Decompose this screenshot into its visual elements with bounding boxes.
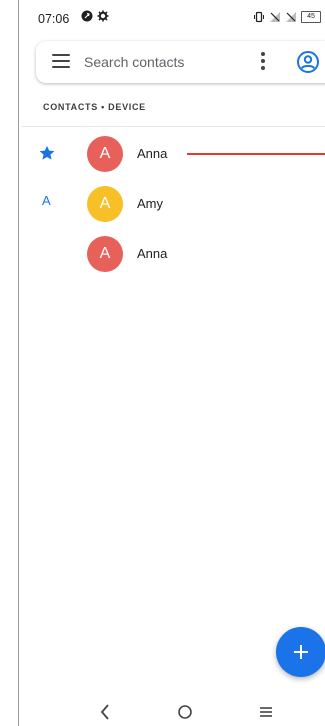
section-header: CONTACTS • DEVICE xyxy=(43,102,146,112)
more-options-icon[interactable] xyxy=(260,52,266,72)
avatar-letter: A xyxy=(99,145,111,162)
screen-edge xyxy=(18,0,19,726)
section-divider xyxy=(22,126,325,127)
plus-icon xyxy=(294,645,308,659)
hamburger-menu-icon[interactable] xyxy=(52,54,70,70)
no-signal-icon xyxy=(270,12,280,22)
settings-gear-icon xyxy=(97,10,109,22)
avatar: A xyxy=(87,236,123,272)
status-system-icons: 45 xyxy=(253,11,321,23)
contact-row[interactable]: A Anna xyxy=(22,129,325,179)
swipe-indicator-line xyxy=(187,153,325,155)
home-circle-icon[interactable] xyxy=(176,703,194,721)
vibrate-icon xyxy=(254,11,264,23)
search-input[interactable]: Search contacts xyxy=(84,54,184,70)
status-notification-icons xyxy=(81,10,109,22)
back-chevron-icon[interactable] xyxy=(98,703,112,721)
avatar: A xyxy=(87,186,123,222)
avatar-letter: A xyxy=(99,195,111,212)
contact-name: Amy xyxy=(137,196,163,211)
recents-menu-icon[interactable] xyxy=(257,703,275,721)
no-signal-icon-2 xyxy=(286,12,296,22)
star-icon xyxy=(39,145,55,160)
search-bar[interactable]: Search contacts xyxy=(36,41,325,83)
contact-row[interactable]: A A Amy xyxy=(22,179,325,229)
contact-name: Anna xyxy=(137,246,168,261)
contact-name: Anna xyxy=(137,146,168,161)
account-circle-icon[interactable] xyxy=(296,50,320,74)
system-nav-bar xyxy=(22,700,325,726)
battery-icon: 45 xyxy=(301,11,321,23)
battery-level: 45 xyxy=(307,13,315,20)
status-bar: 07:06 45 xyxy=(22,0,325,40)
avatar-letter: A xyxy=(99,245,111,262)
add-contact-button[interactable] xyxy=(276,627,325,677)
notification-app-icon xyxy=(81,10,93,22)
status-time: 07:06 xyxy=(38,12,70,26)
contact-row[interactable]: A Anna xyxy=(22,229,325,279)
index-letter: A xyxy=(42,193,51,208)
avatar: A xyxy=(87,136,123,172)
